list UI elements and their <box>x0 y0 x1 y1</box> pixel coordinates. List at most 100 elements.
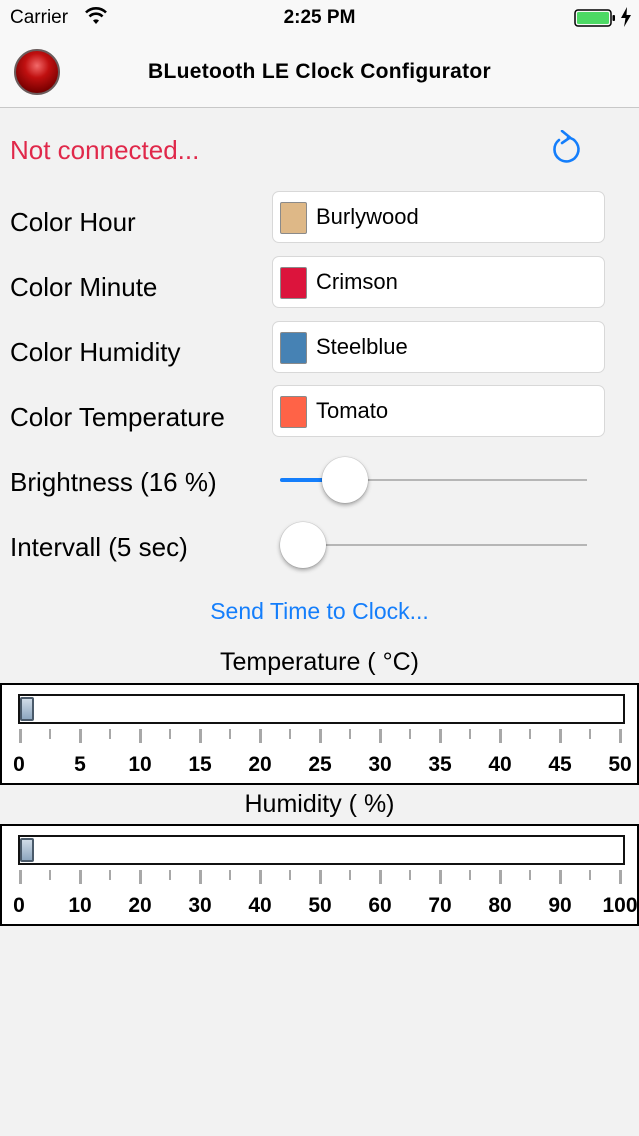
gauge-minor-tick <box>529 870 531 880</box>
gauge-tick-label: 25 <box>308 753 332 776</box>
gauge-indicator <box>20 697 34 721</box>
gauge-major-tick <box>438 870 442 884</box>
slider-track <box>280 544 587 546</box>
gauge-tick-label: 0 <box>13 753 25 776</box>
connection-status: Not connected... <box>10 135 200 165</box>
color-hour-field[interactable]: Burlywood <box>272 191 605 243</box>
gauge-minor-tick <box>289 870 291 880</box>
gauge-tick-label: 10 <box>68 894 92 917</box>
gauge-tick-label: 35 <box>428 753 452 776</box>
gauge-indicator <box>20 838 34 862</box>
color-temperature-field[interactable]: Tomato <box>272 385 605 437</box>
gauge-major-tick <box>78 870 82 884</box>
interval-label: Intervall (5 sec) <box>10 532 188 562</box>
color-humidity-swatch <box>280 332 307 364</box>
gauge-minor-tick <box>469 729 471 739</box>
navigation-bar: BLuetooth LE Clock Configurator <box>0 36 639 108</box>
gauge-minor-tick <box>349 870 351 880</box>
gauge-tick-label: 50 <box>608 753 632 776</box>
humidity-gauge: 0 10 20 30 40 50 60 70 80 90 100 <box>0 824 639 926</box>
battery-icon <box>574 9 615 27</box>
gauge-minor-tick <box>409 870 411 880</box>
color-hour-swatch <box>280 202 307 234</box>
gauge-minor-tick <box>589 729 591 739</box>
color-temperature-value: Tomato <box>316 398 389 423</box>
gauge-major-tick <box>258 729 262 743</box>
gauge-major-tick <box>378 729 382 743</box>
color-humidity-value: Steelblue <box>316 334 408 359</box>
slider-thumb[interactable] <box>321 457 368 503</box>
humidity-gauge-title: Humidity ( %) <box>244 790 395 818</box>
color-minute-field[interactable]: Crimson <box>272 256 605 308</box>
color-humidity-label: Color Humidity <box>10 337 181 367</box>
color-humidity-field[interactable]: Steelblue <box>272 321 605 373</box>
gauge-tick-label: 80 <box>488 894 512 917</box>
gauge-tick-label: 40 <box>248 894 272 917</box>
gauge-tick-label: 0 <box>13 894 25 917</box>
gauge-major-tick <box>438 729 442 743</box>
send-time-button[interactable]: Send Time to Clock... <box>0 598 639 625</box>
color-temperature-swatch <box>280 396 307 428</box>
gauge-minor-tick <box>529 729 531 739</box>
gauge-tick-label: 40 <box>488 753 512 776</box>
color-hour-label: Color Hour <box>10 207 136 237</box>
gauge-tick-label: 60 <box>368 894 392 917</box>
gauge-tick-label: 10 <box>128 753 152 776</box>
gauge-minor-tick <box>289 729 291 739</box>
gauge-minor-tick <box>169 729 171 739</box>
gauge-major-tick <box>618 729 622 743</box>
gauge-tick-label: 30 <box>188 894 212 917</box>
gauge-major-tick <box>78 729 82 743</box>
gauge-tick-label: 5 <box>74 753 86 776</box>
gauge-minor-tick <box>229 729 231 739</box>
gauge-minor-tick <box>109 870 111 880</box>
gauge-tick-label: 70 <box>428 894 452 917</box>
gauge-major-tick <box>378 870 382 884</box>
temperature-gauge-title: Temperature ( °C) <box>220 648 419 676</box>
gauge-major-tick <box>18 870 22 884</box>
color-minute-swatch <box>280 267 307 299</box>
gauge-minor-tick <box>169 870 171 880</box>
gauge-bar <box>18 694 625 724</box>
refresh-icon[interactable] <box>546 130 584 168</box>
gauge-major-tick <box>18 729 22 743</box>
status-time: 2:25 PM <box>283 7 356 28</box>
gauge-major-tick <box>138 870 142 884</box>
gauge-tick-label: 30 <box>368 753 392 776</box>
color-minute-value: Crimson <box>316 269 398 294</box>
gauge-tick-label: 45 <box>548 753 572 776</box>
gauge-tick-label: 100 <box>602 894 638 917</box>
gauge-minor-tick <box>49 870 51 880</box>
gauge-tick-label: 20 <box>248 753 272 776</box>
status-bar: Carrier 2:25 PM <box>0 0 639 36</box>
gauge-tick-label: 50 <box>308 894 332 917</box>
interval-slider[interactable] <box>280 520 587 570</box>
gauge-tick-label: 20 <box>128 894 152 917</box>
color-hour-value: Burlywood <box>316 204 419 229</box>
gauge-minor-tick <box>469 870 471 880</box>
gauge-minor-tick <box>49 729 51 739</box>
gauge-minor-tick <box>349 729 351 739</box>
color-minute-label: Color Minute <box>10 272 158 302</box>
brightness-label: Brightness (16 %) <box>10 467 217 497</box>
gauge-major-tick <box>618 870 622 884</box>
brightness-slider[interactable] <box>280 455 587 505</box>
gauge-major-tick <box>318 870 322 884</box>
gauge-major-tick <box>558 729 562 743</box>
gauge-major-tick <box>138 729 142 743</box>
gauge-major-tick <box>498 729 502 743</box>
page-title: BLuetooth LE Clock Configurator <box>148 60 491 83</box>
gauge-major-tick <box>558 870 562 884</box>
temperature-gauge: 0 5 10 15 20 25 30 35 40 45 50 <box>0 683 639 785</box>
gauge-major-tick <box>258 870 262 884</box>
gauge-bar <box>18 835 625 865</box>
slider-thumb[interactable] <box>280 522 326 568</box>
gauge-tick-label: 90 <box>548 894 572 917</box>
charging-bolt-icon <box>621 7 631 27</box>
gauge-minor-tick <box>409 729 411 739</box>
gauge-major-tick <box>498 870 502 884</box>
gauge-minor-tick <box>229 870 231 880</box>
gauge-major-tick <box>318 729 322 743</box>
gauge-major-tick <box>198 870 202 884</box>
gauge-minor-tick <box>109 729 111 739</box>
